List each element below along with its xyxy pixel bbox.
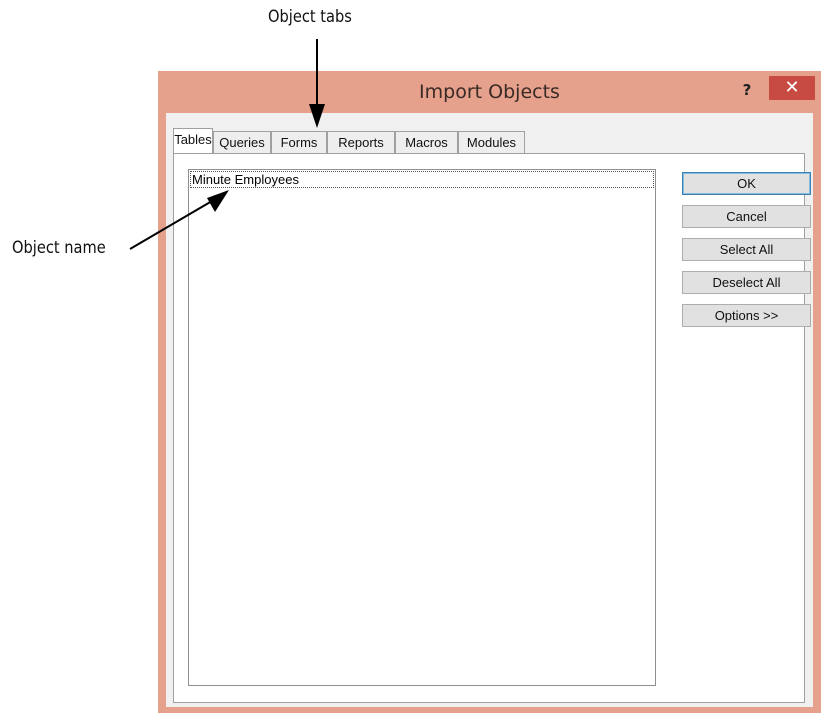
select-all-button[interactable]: Select All — [682, 238, 811, 261]
tab-modules[interactable]: Modules — [458, 131, 525, 153]
list-item[interactable]: Minute Employees — [190, 171, 654, 188]
dialog-client-area: Tables Queries Forms Reports Macros Modu… — [166, 113, 813, 707]
object-tabs-callout: Object tabs — [268, 7, 352, 27]
objects-listbox[interactable]: Minute Employees — [188, 169, 656, 686]
tab-queries[interactable]: Queries — [213, 131, 271, 153]
tab-macros[interactable]: Macros — [395, 131, 458, 153]
tables-tab-panel: Minute Employees OK Cancel Select All De… — [173, 153, 811, 703]
tab-reports[interactable]: Reports — [327, 131, 395, 153]
tab-tables[interactable]: Tables — [173, 128, 213, 153]
dialog-title: Import Objects — [419, 81, 560, 103]
deselect-all-button[interactable]: Deselect All — [682, 271, 811, 294]
import-objects-dialog: Import Objects ? ✕ Tables Queries Forms … — [158, 71, 821, 713]
tab-forms[interactable]: Forms — [271, 131, 327, 153]
close-button[interactable]: ✕ — [769, 76, 815, 100]
options-button[interactable]: Options >> — [682, 304, 811, 327]
title-bar[interactable]: Import Objects ? ✕ — [158, 71, 821, 113]
cancel-button[interactable]: Cancel — [682, 205, 811, 228]
object-name-callout: Object name — [12, 238, 106, 258]
help-button[interactable]: ? — [733, 76, 761, 104]
ok-button[interactable]: OK — [682, 172, 811, 195]
